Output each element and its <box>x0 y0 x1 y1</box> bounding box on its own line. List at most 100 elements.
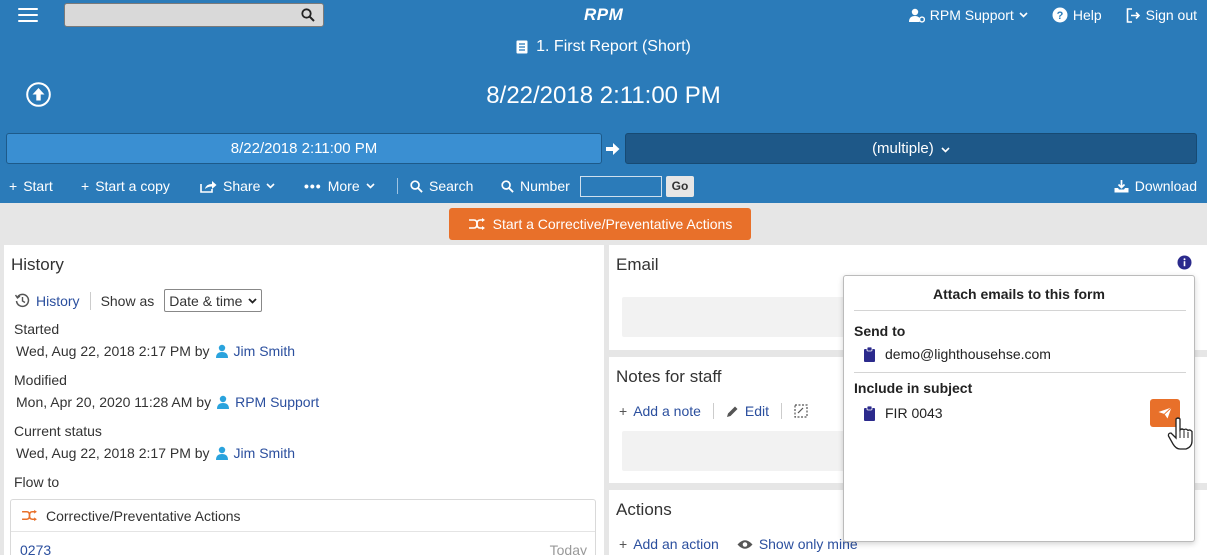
history-icon <box>15 293 30 308</box>
toolbar-search-label: Search <box>429 178 474 194</box>
chevron-down-icon <box>941 147 950 153</box>
signout-label: Sign out <box>1145 7 1197 23</box>
plus-icon: + <box>619 536 628 552</box>
pencil-icon <box>726 406 738 417</box>
global-search <box>64 3 324 27</box>
send-to-label: Send to <box>854 323 906 339</box>
popover-title: Attach emails to this form <box>933 286 1105 302</box>
more-menu[interactable]: ••• More <box>304 169 375 203</box>
flow-card[interactable]: Corrective/Preventative Actions 0273 Tod… <box>10 499 596 555</box>
start-corrective-actions-button[interactable]: Start a Corrective/Preventative Actions <box>449 208 751 240</box>
status-label: Current status <box>14 423 102 439</box>
plus-icon: + <box>9 178 18 194</box>
user-icon <box>217 395 230 409</box>
subject-value: FIR 0043 <box>885 405 943 421</box>
toolbar-search-button[interactable]: Search <box>410 169 473 203</box>
started-label: Started <box>14 321 60 337</box>
chevron-down-icon <box>248 297 258 304</box>
download-button[interactable]: Download <box>1114 169 1197 203</box>
started-value: Wed, Aug 22, 2018 2:17 PM by Jim Smith <box>16 343 295 359</box>
help-link[interactable]: ? Help <box>1052 7 1102 23</box>
divider <box>781 403 783 419</box>
info-icon[interactable] <box>1177 255 1192 270</box>
send-button[interactable] <box>1150 399 1180 427</box>
signout-link[interactable]: Sign out <box>1126 7 1197 23</box>
toolbar-divider <box>397 178 398 194</box>
global-search-input[interactable] <box>65 4 293 26</box>
start-label: Start <box>23 178 53 194</box>
chevron-down-icon <box>366 183 375 189</box>
subject-row[interactable]: FIR 0043 <box>864 405 943 421</box>
divider <box>712 403 714 419</box>
number-label: Number <box>501 169 570 203</box>
select-icon[interactable] <box>794 404 808 418</box>
start-copy-button[interactable]: + Start a copy <box>81 169 170 203</box>
history-tab[interactable]: History <box>15 293 80 309</box>
user-icon <box>215 446 228 460</box>
show-as-select[interactable]: Date & time <box>164 289 263 312</box>
history-tab-label: History <box>36 292 80 309</box>
flow-item-id[interactable]: 0273 <box>20 542 51 555</box>
menu-icon[interactable] <box>18 8 38 22</box>
flow-to-label: Flow to <box>14 474 60 490</box>
flow-icon <box>22 509 37 522</box>
flow-card-title: Corrective/Preventative Actions <box>46 507 241 524</box>
app-logo[interactable]: RPM <box>584 5 623 25</box>
history-panel: History History Show as Date & time Star… <box>4 245 604 555</box>
date-to-dropdown[interactable]: (multiple) <box>625 133 1197 164</box>
user-icon <box>215 344 228 358</box>
share-menu[interactable]: Share <box>200 169 275 203</box>
send-to-row[interactable]: demo@lighthousehse.com <box>864 346 1051 362</box>
started-user-link[interactable]: Jim Smith <box>234 343 295 359</box>
form-header: 1. First Report (Short) 8/22/2018 2:11:0… <box>0 30 1207 128</box>
ellipsis-icon: ••• <box>304 178 322 194</box>
date-from[interactable]: 8/22/2018 2:11:00 PM <box>6 133 602 164</box>
history-title: History <box>11 255 64 274</box>
sign-out-icon <box>1126 7 1140 23</box>
user-gear-icon <box>908 8 925 23</box>
divider <box>89 291 91 310</box>
modified-user-link[interactable]: RPM Support <box>235 394 319 410</box>
modified-label: Modified <box>14 372 67 388</box>
search-icon <box>501 179 514 193</box>
add-action-label: Add an action <box>633 536 719 552</box>
share-icon <box>200 180 217 193</box>
actions-title: Actions <box>616 500 672 519</box>
attach-emails-popover: Attach emails to this form Send to demo@… <box>843 275 1195 542</box>
show-as-label: Show as <box>100 292 155 309</box>
send-to-value: demo@lighthousehse.com <box>885 346 1051 362</box>
user-menu-label: RPM Support <box>929 7 1014 23</box>
number-input[interactable] <box>580 176 662 197</box>
user-menu[interactable]: RPM Support <box>908 7 1028 23</box>
add-action-button[interactable]: + Add an action <box>619 536 719 552</box>
flow-icon <box>468 218 485 230</box>
status-date: Wed, Aug 22, 2018 2:17 PM by <box>16 445 210 461</box>
top-bar: RPM RPM Support ? Help Sign out <box>0 0 1207 30</box>
svg-text:?: ? <box>1056 10 1063 22</box>
search-icon[interactable] <box>293 4 323 26</box>
email-title: Email <box>616 255 659 274</box>
paper-plane-icon <box>1158 407 1172 419</box>
flow-item-when: Today <box>549 542 587 555</box>
status-user-link[interactable]: Jim Smith <box>234 445 295 461</box>
start-copy-label: Start a copy <box>95 178 170 194</box>
start-button[interactable]: + Start <box>9 169 53 203</box>
modified-value: Mon, Apr 20, 2020 11:28 AM by RPM Suppor… <box>16 394 319 410</box>
started-date: Wed, Aug 22, 2018 2:17 PM by <box>16 343 210 359</box>
date-range-row: 8/22/2018 2:11:00 PM (multiple) <box>0 128 1207 169</box>
email-placeholder-box <box>622 297 852 337</box>
plus-icon: + <box>619 403 628 419</box>
add-note-button[interactable]: + Add a note <box>619 403 701 419</box>
divider <box>854 310 1186 311</box>
go-button[interactable]: Go <box>666 176 694 197</box>
status-value: Wed, Aug 22, 2018 2:17 PM by Jim Smith <box>16 445 295 461</box>
add-note-label: Add a note <box>633 403 701 419</box>
edit-note-button[interactable]: Edit <box>726 403 769 419</box>
flow-card-header: Corrective/Preventative Actions <box>11 500 595 532</box>
date-to-label: (multiple) <box>872 140 934 157</box>
form-title: 1. First Report (Short) <box>0 38 1207 56</box>
show-only-mine-toggle[interactable]: Show only mine <box>737 536 858 552</box>
clipboard-icon <box>864 346 875 362</box>
download-label: Download <box>1134 178 1197 194</box>
share-label: Share <box>223 178 261 194</box>
